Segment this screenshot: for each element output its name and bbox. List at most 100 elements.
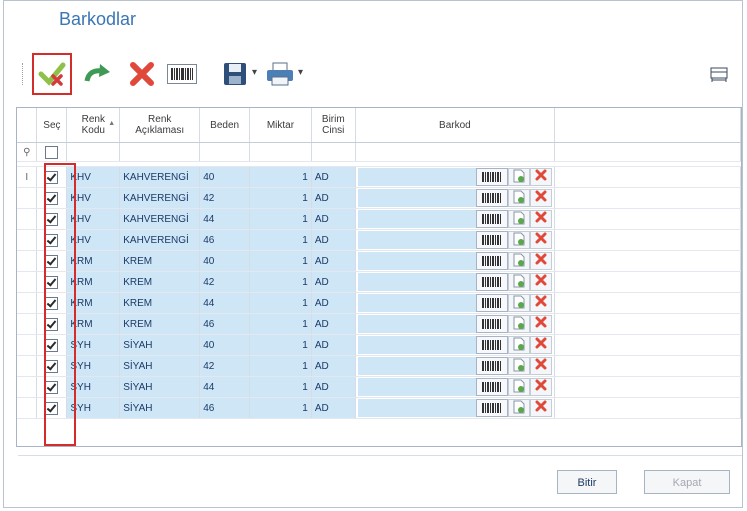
table-row[interactable]: SYH SİYAH 46 1 AD xyxy=(17,397,741,419)
table-row[interactable]: KHV KAHVERENGİ 44 1 AD xyxy=(17,208,741,230)
cell-renk-aciklamasi[interactable]: KREM xyxy=(119,250,201,272)
barkod-value[interactable] xyxy=(357,189,477,207)
new-document-button[interactable] xyxy=(508,231,531,249)
new-document-button[interactable] xyxy=(508,294,531,312)
cell-miktar[interactable]: 1 xyxy=(249,376,312,398)
cell-beden[interactable]: 40 xyxy=(199,166,251,188)
column-header-miktar[interactable]: Miktar xyxy=(249,108,312,143)
cell-beden[interactable]: 44 xyxy=(199,208,251,230)
redo-button[interactable] xyxy=(82,59,114,89)
generate-barcode-button[interactable] xyxy=(476,252,509,270)
cell-birim-cinsi[interactable]: AD xyxy=(311,334,356,356)
cell-miktar[interactable]: 1 xyxy=(249,334,312,356)
generate-barcode-button[interactable] xyxy=(476,315,509,333)
filter-cell[interactable] xyxy=(311,142,356,162)
barkod-value[interactable] xyxy=(357,336,477,354)
table-row[interactable]: SYH SİYAH 40 1 AD xyxy=(17,334,741,356)
generate-barcode-button[interactable] xyxy=(476,189,509,207)
cell-birim-cinsi[interactable]: AD xyxy=(311,271,356,293)
cell-birim-cinsi[interactable]: AD xyxy=(311,250,356,272)
cell-renk-aciklamasi[interactable]: SİYAH xyxy=(119,376,201,398)
cell-renk-aciklamasi[interactable]: SİYAH xyxy=(119,397,201,419)
cell-barkod[interactable] xyxy=(355,355,556,377)
cell-barkod[interactable] xyxy=(355,208,556,230)
cell-beden[interactable]: 42 xyxy=(199,187,251,209)
print-dropdown-arrow[interactable]: ▾ xyxy=(298,67,303,78)
generate-barcode-button[interactable] xyxy=(476,399,509,417)
barcode-button[interactable] xyxy=(166,59,198,89)
new-document-button[interactable] xyxy=(508,315,531,333)
delete-row-button[interactable] xyxy=(530,336,553,354)
approve-button[interactable] xyxy=(32,53,72,95)
new-document-button[interactable] xyxy=(508,399,531,417)
cell-beden[interactable]: 46 xyxy=(199,313,251,335)
new-document-button[interactable] xyxy=(508,210,531,228)
cell-miktar[interactable]: 1 xyxy=(249,355,312,377)
new-document-button[interactable] xyxy=(508,336,531,354)
cell-renk-aciklamasi[interactable]: KAHVERENGİ xyxy=(119,187,201,209)
cell-miktar[interactable]: 1 xyxy=(249,397,312,419)
cell-miktar[interactable]: 1 xyxy=(249,271,312,293)
cell-birim-cinsi[interactable]: AD xyxy=(311,166,356,188)
cell-barkod[interactable] xyxy=(355,376,556,398)
cell-birim-cinsi[interactable]: AD xyxy=(311,355,356,377)
table-row[interactable]: SYH SİYAH 42 1 AD xyxy=(17,355,741,377)
save-dropdown-arrow[interactable]: ▾ xyxy=(252,67,257,78)
barkod-value[interactable] xyxy=(357,252,477,270)
new-document-button[interactable] xyxy=(508,378,531,396)
select-all-checkbox-cell[interactable] xyxy=(36,142,68,162)
toolbar-grip[interactable] xyxy=(22,63,26,85)
table-row[interactable]: KRM KREM 46 1 AD xyxy=(17,313,741,335)
delete-row-button[interactable] xyxy=(530,273,553,291)
generate-barcode-button[interactable] xyxy=(476,336,509,354)
cell-barkod[interactable] xyxy=(355,397,556,419)
column-header-beden[interactable]: Beden xyxy=(199,108,251,143)
delete-row-button[interactable] xyxy=(530,210,553,228)
filter-cell[interactable] xyxy=(355,142,556,162)
cell-barkod[interactable] xyxy=(355,271,556,293)
generate-barcode-button[interactable] xyxy=(476,294,509,312)
generate-barcode-button[interactable] xyxy=(476,231,509,249)
new-document-button[interactable] xyxy=(508,189,531,207)
barkod-value[interactable] xyxy=(357,399,477,417)
cell-miktar[interactable]: 1 xyxy=(249,208,312,230)
cell-barkod[interactable] xyxy=(355,313,556,335)
cell-renk-aciklamasi[interactable]: KAHVERENGİ xyxy=(119,229,201,251)
generate-barcode-button[interactable] xyxy=(476,273,509,291)
delete-row-button[interactable] xyxy=(530,294,553,312)
delete-row-button[interactable] xyxy=(530,189,553,207)
cell-renk-aciklamasi[interactable]: KREM xyxy=(119,292,201,314)
cell-birim-cinsi[interactable]: AD xyxy=(311,397,356,419)
filter-cell[interactable] xyxy=(119,142,201,162)
delete-row-button[interactable] xyxy=(530,378,553,396)
cell-beden[interactable]: 42 xyxy=(199,355,251,377)
cell-barkod[interactable] xyxy=(355,166,556,188)
cell-barkod[interactable] xyxy=(355,229,556,251)
generate-barcode-button[interactable] xyxy=(476,357,509,375)
barkod-value[interactable] xyxy=(357,168,477,186)
column-chooser-button[interactable] xyxy=(706,59,732,89)
filter-cell[interactable] xyxy=(199,142,251,162)
new-document-button[interactable] xyxy=(508,252,531,270)
cell-renk-aciklamasi[interactable]: KAHVERENGİ xyxy=(119,166,201,188)
cell-beden[interactable]: 40 xyxy=(199,250,251,272)
column-header-renk-kodu[interactable]: Renk Kodu ▲ xyxy=(66,108,121,143)
cell-barkod[interactable] xyxy=(355,292,556,314)
cell-miktar[interactable]: 1 xyxy=(249,292,312,314)
barkod-value[interactable] xyxy=(357,315,477,333)
cell-miktar[interactable]: 1 xyxy=(249,250,312,272)
delete-button[interactable] xyxy=(126,59,158,89)
cell-miktar[interactable]: 1 xyxy=(249,187,312,209)
column-header-barkod[interactable]: Barkod xyxy=(355,108,556,143)
cell-birim-cinsi[interactable]: AD xyxy=(311,313,356,335)
table-row[interactable]: SYH SİYAH 44 1 AD xyxy=(17,376,741,398)
cell-beden[interactable]: 42 xyxy=(199,271,251,293)
select-all-checkbox[interactable] xyxy=(45,145,59,159)
print-button[interactable] xyxy=(264,59,296,89)
cell-beden[interactable]: 44 xyxy=(199,292,251,314)
barkod-value[interactable] xyxy=(357,210,477,228)
cell-birim-cinsi[interactable]: AD xyxy=(311,187,356,209)
column-header-renk-aciklamasi[interactable]: Renk Açıklaması xyxy=(119,108,201,143)
delete-row-button[interactable] xyxy=(530,357,553,375)
finish-button[interactable]: Bitir xyxy=(557,470,617,494)
